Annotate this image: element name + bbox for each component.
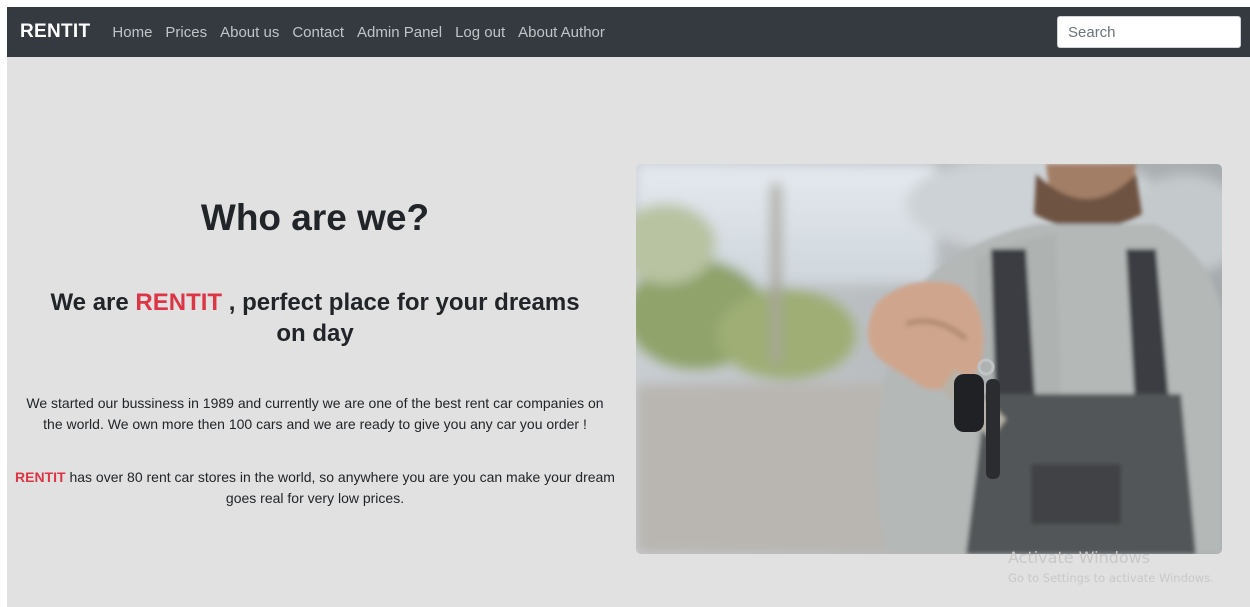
stores-paragraph: RENTIT has over 80 rent car stores in th… — [15, 467, 615, 509]
intro-paragraph: We started our bussiness in 1989 and cur… — [26, 395, 604, 432]
page: RENTIT Home Prices About us Contact Admi… — [7, 7, 1250, 607]
nav-link-admin-panel[interactable]: Admin Panel — [357, 24, 442, 41]
subtitle-suffix: , perfect place for your dreams on day — [228, 289, 580, 347]
search-input[interactable] — [1057, 16, 1241, 48]
nav-link-about-us[interactable]: About us — [220, 24, 279, 41]
nav-link-home[interactable]: Home — [112, 24, 152, 41]
subtitle-prefix: We are — [50, 289, 129, 316]
nav-link-log-out[interactable]: Log out — [455, 24, 505, 41]
watermark-title: Activate Windows — [1008, 548, 1151, 567]
activate-windows-watermark: Activate Windows Go to Settings to activ… — [1008, 548, 1214, 585]
paragraph-brand: RENTIT — [15, 469, 66, 485]
nav-link-contact[interactable]: Contact — [292, 24, 344, 41]
nav-link-about-author[interactable]: About Author — [518, 24, 605, 41]
subtitle: We are RENTIT , perfect place for your d… — [35, 287, 595, 349]
brand-logo[interactable]: RENTIT — [20, 21, 90, 43]
subtitle-brand: RENTIT — [135, 289, 223, 316]
stores-text: has over 80 rent car stores in the world… — [65, 469, 615, 506]
nav-link-prices[interactable]: Prices — [165, 24, 207, 41]
car-keys-photo — [636, 164, 1222, 554]
watermark-subtitle: Go to Settings to activate Windows. — [1008, 571, 1214, 585]
navbar: RENTIT Home Prices About us Contact Admi… — [7, 7, 1250, 57]
page-title: Who are we? — [200, 197, 430, 238]
